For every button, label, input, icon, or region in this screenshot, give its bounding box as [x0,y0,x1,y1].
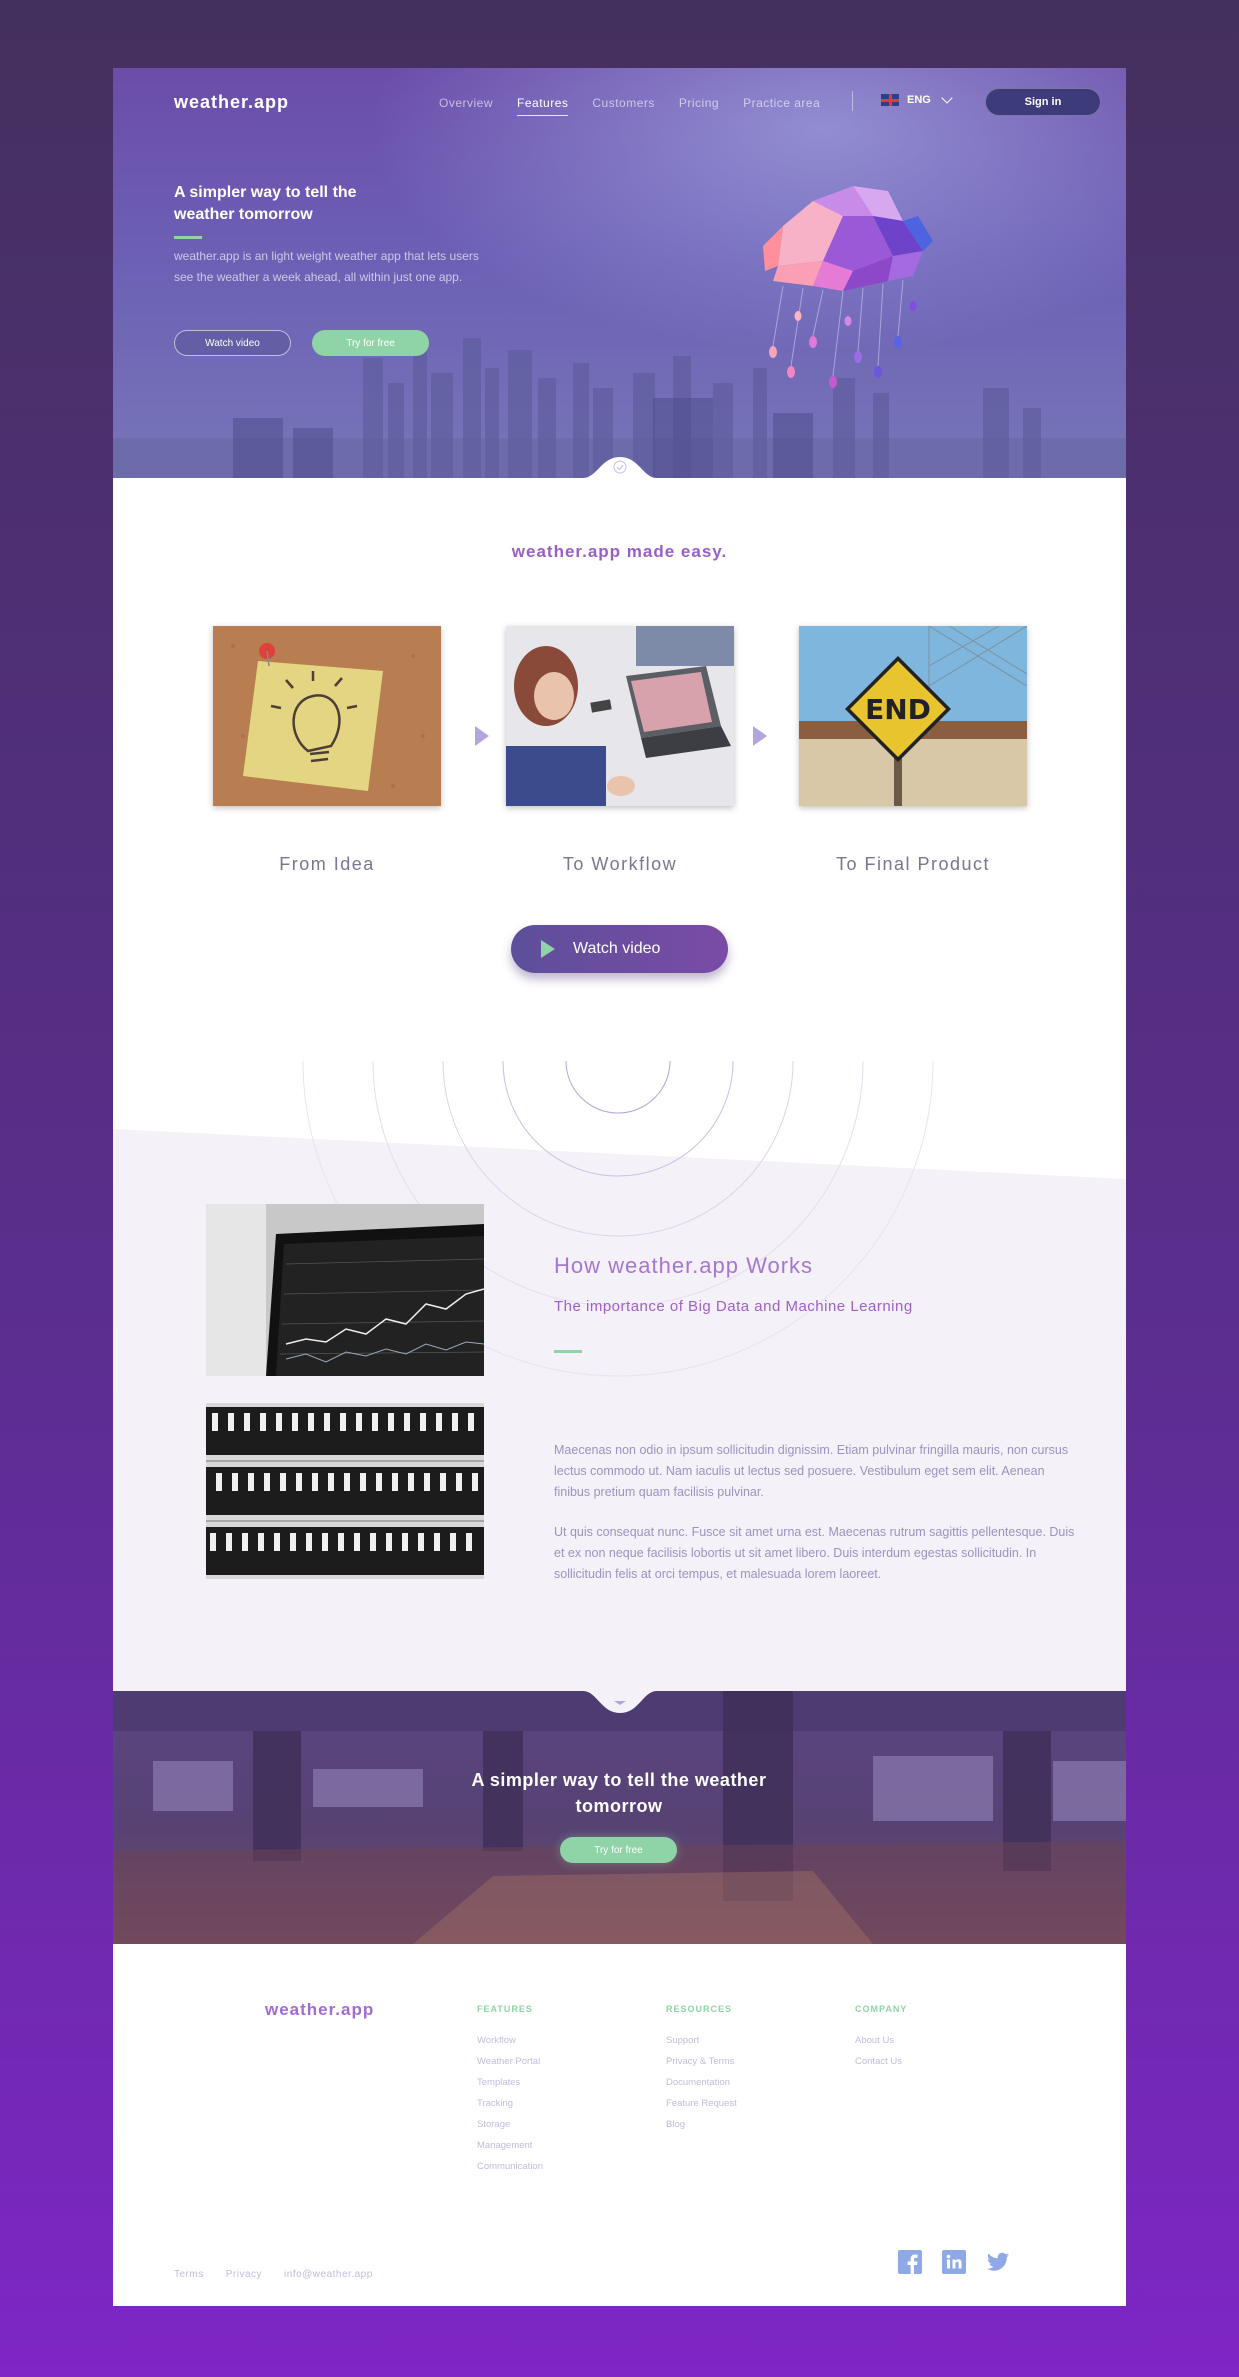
footer-email-link[interactable]: info@weather.app [284,2269,373,2280]
footer-features-column: FEATURES Workflow Weather Portal Templat… [477,2004,543,2177]
footer-link-workflow[interactable]: Workflow [477,2030,543,2051]
footer-link-blog[interactable]: Blog [666,2114,737,2135]
easy-section-title: weather.app made easy. [511,542,728,561]
footer-link-contact-us[interactable]: Contact Us [855,2051,907,2072]
twitter-icon[interactable] [986,2250,1010,2274]
nav-link-pricing[interactable]: Pricing [679,96,719,116]
cta-down-notch [583,1691,657,1713]
footer-link-management[interactable]: Management [477,2135,543,2156]
nav-link-practice-area[interactable]: Practice area [743,96,820,116]
cta-try-free-button[interactable]: Try for free [560,1837,677,1863]
step-label-final-product: To Final Product [835,854,991,874]
chevron-down-icon [941,92,953,104]
footer-company-column: COMPANY About Us Contact Us [855,2004,907,2072]
works-title: How weather.app Works [554,1253,814,1278]
nav-divider [852,91,853,111]
language-selector[interactable]: ENG [881,92,953,106]
works-subtitle: The importance of Big Data and Machine L… [554,1298,913,1315]
footer-link-storage[interactable]: Storage [477,2114,543,2135]
play-icon [541,940,555,958]
hero-try-free-button[interactable]: Try for free [312,330,429,356]
step-label-workflow: To Workflow [562,854,678,874]
footer-link-tracking[interactable]: Tracking [477,2093,543,2114]
footer-logo[interactable]: weather.app [265,2000,374,2020]
footer-privacy-link[interactable]: Privacy [226,2269,262,2280]
end-sign-text: END [865,693,931,726]
watch-video-label: Watch video [573,940,661,957]
works-accent-line [554,1350,582,1353]
step-arrow-1 [475,726,489,746]
rain-cloud-illustration [763,186,933,388]
footer-link-communication[interactable]: Communication [477,2156,543,2177]
nav-link-customers[interactable]: Customers [592,96,655,116]
footer-terms-link[interactable]: Terms [174,2269,204,2280]
footer-resources-column: RESOURCES Support Privacy & Terms Docume… [666,2004,737,2135]
nav-logo[interactable]: weather.app [174,92,289,113]
footer-bottom-links: Terms Privacy info@weather.app [174,2269,373,2280]
workflow-photo [506,626,734,806]
uk-flag-icon [881,94,899,106]
cta-title: A simpler way to tell the weather tomorr… [471,1770,767,1816]
footer-resources-heading: RESOURCES [666,2004,733,2014]
stock-chart-photo [206,1204,484,1376]
works-background [113,1061,1126,1691]
hero-accent-line [174,236,202,239]
footer-link-templates[interactable]: Templates [477,2072,543,2093]
footer-company-heading: COMPANY [855,2004,908,2014]
footer-link-weather-portal[interactable]: Weather Portal [477,2051,543,2072]
works-paragraph-1: Maecenas non odio in ipsum sollicitudin … [554,1443,1069,1499]
nav-link-overview[interactable]: Overview [439,96,493,116]
watch-video-button[interactable]: Watch video [511,925,728,973]
hero-section: weather.app Overview Features Customers … [113,68,1126,478]
step-label-idea: From Idea [279,854,375,874]
page: weather.app Overview Features Customers … [113,68,1126,2306]
cta-section: A simpler way to tell the weather tomorr… [113,1691,1126,1944]
idea-photo [213,626,441,806]
language-label: ENG [907,94,931,106]
how-it-works-section: How weather.app Works The importance of … [113,1061,1126,1691]
step-arrow-2 [753,726,767,746]
footer-link-privacy-terms[interactable]: Privacy & Terms [666,2051,737,2072]
hero-check-notch [583,457,657,478]
footer-link-feature-request[interactable]: Feature Request [666,2093,737,2114]
linkedin-icon[interactable] [942,2250,966,2274]
works-paragraph-2: Ut quis consequat nunc. Fusce sit amet u… [554,1525,1075,1581]
hero-watch-video-button[interactable]: Watch video [174,330,291,356]
sign-in-button[interactable]: Sign in [985,88,1101,116]
nav-link-features[interactable]: Features [517,96,569,116]
hero-title: A simpler way to tell the weather tomorr… [174,184,357,223]
binders-photo [206,1403,484,1579]
footer-link-support[interactable]: Support [666,2030,737,2051]
main-nav: Overview Features Customers Pricing Prac… [439,96,820,116]
footer-features-heading: FEATURES [477,2004,533,2014]
hero-description: weather.app is an light weight weather a… [174,249,479,284]
final-product-photo: END [799,626,1027,806]
facebook-icon[interactable] [898,2250,922,2274]
footer-link-documentation[interactable]: Documentation [666,2072,737,2093]
footer-link-about-us[interactable]: About Us [855,2030,907,2051]
